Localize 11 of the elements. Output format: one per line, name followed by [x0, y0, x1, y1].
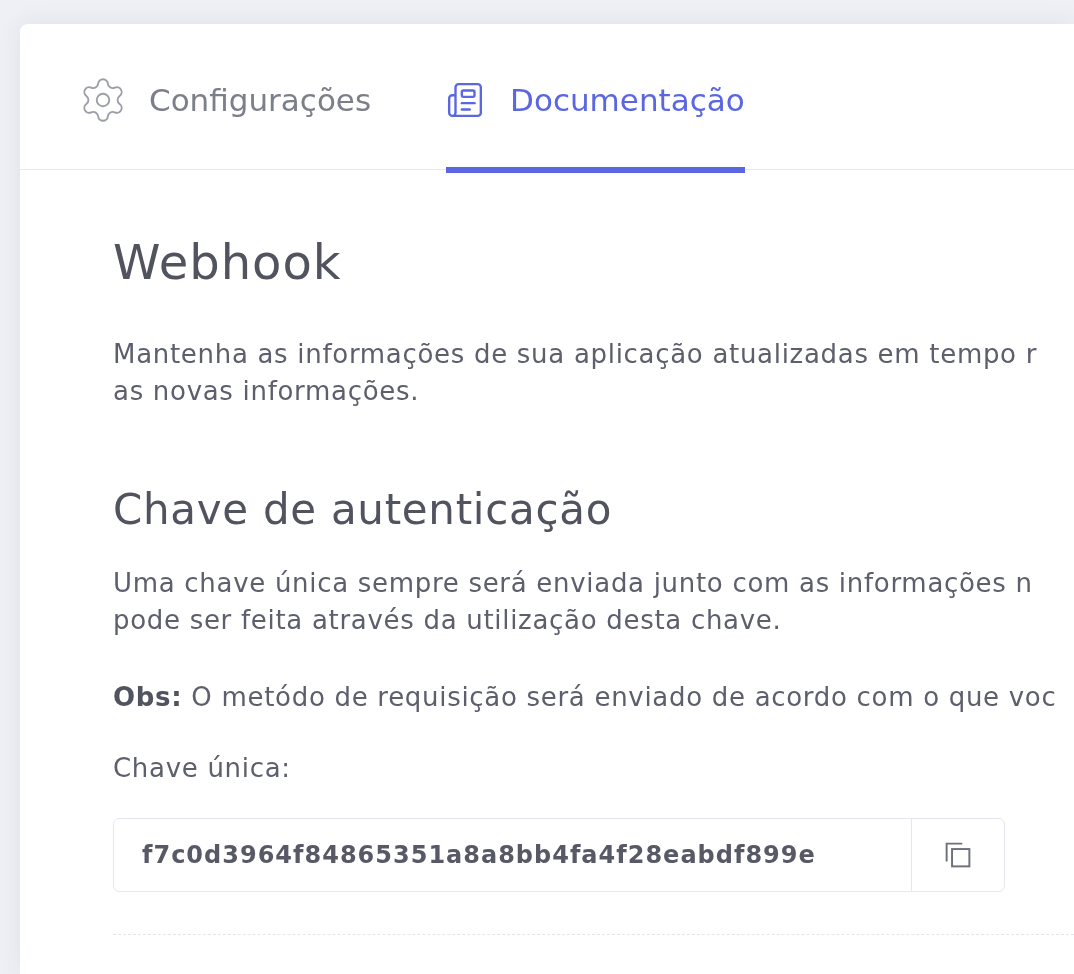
section-title: Chave de autenticação: [113, 485, 614, 535]
note-text: Obs: O metódo de requisição será enviado de acordo com o que voc: [113, 681, 1058, 714]
tab[interactable]: Documentação: [446, 24, 745, 173]
newspaper-icon: [446, 81, 485, 119]
description-text: Mantenha as informações de sua aplicação atualizadas em tempo r as novas informações.: [113, 338, 1039, 408]
key-label: Chave única:: [113, 752, 292, 785]
copy-icon: [945, 842, 971, 868]
key-field[interactable]: f7c0d3964f84865351a8a8bb4fa4f28eabdf899e: [114, 819, 911, 891]
tab[interactable]: Configurações: [80, 24, 372, 173]
page-title: Webhook: [113, 234, 343, 290]
description-text: Uma chave única sempre será enviada junto com as informações n pode ser feita através da utilização desta chave.: [113, 567, 1034, 637]
